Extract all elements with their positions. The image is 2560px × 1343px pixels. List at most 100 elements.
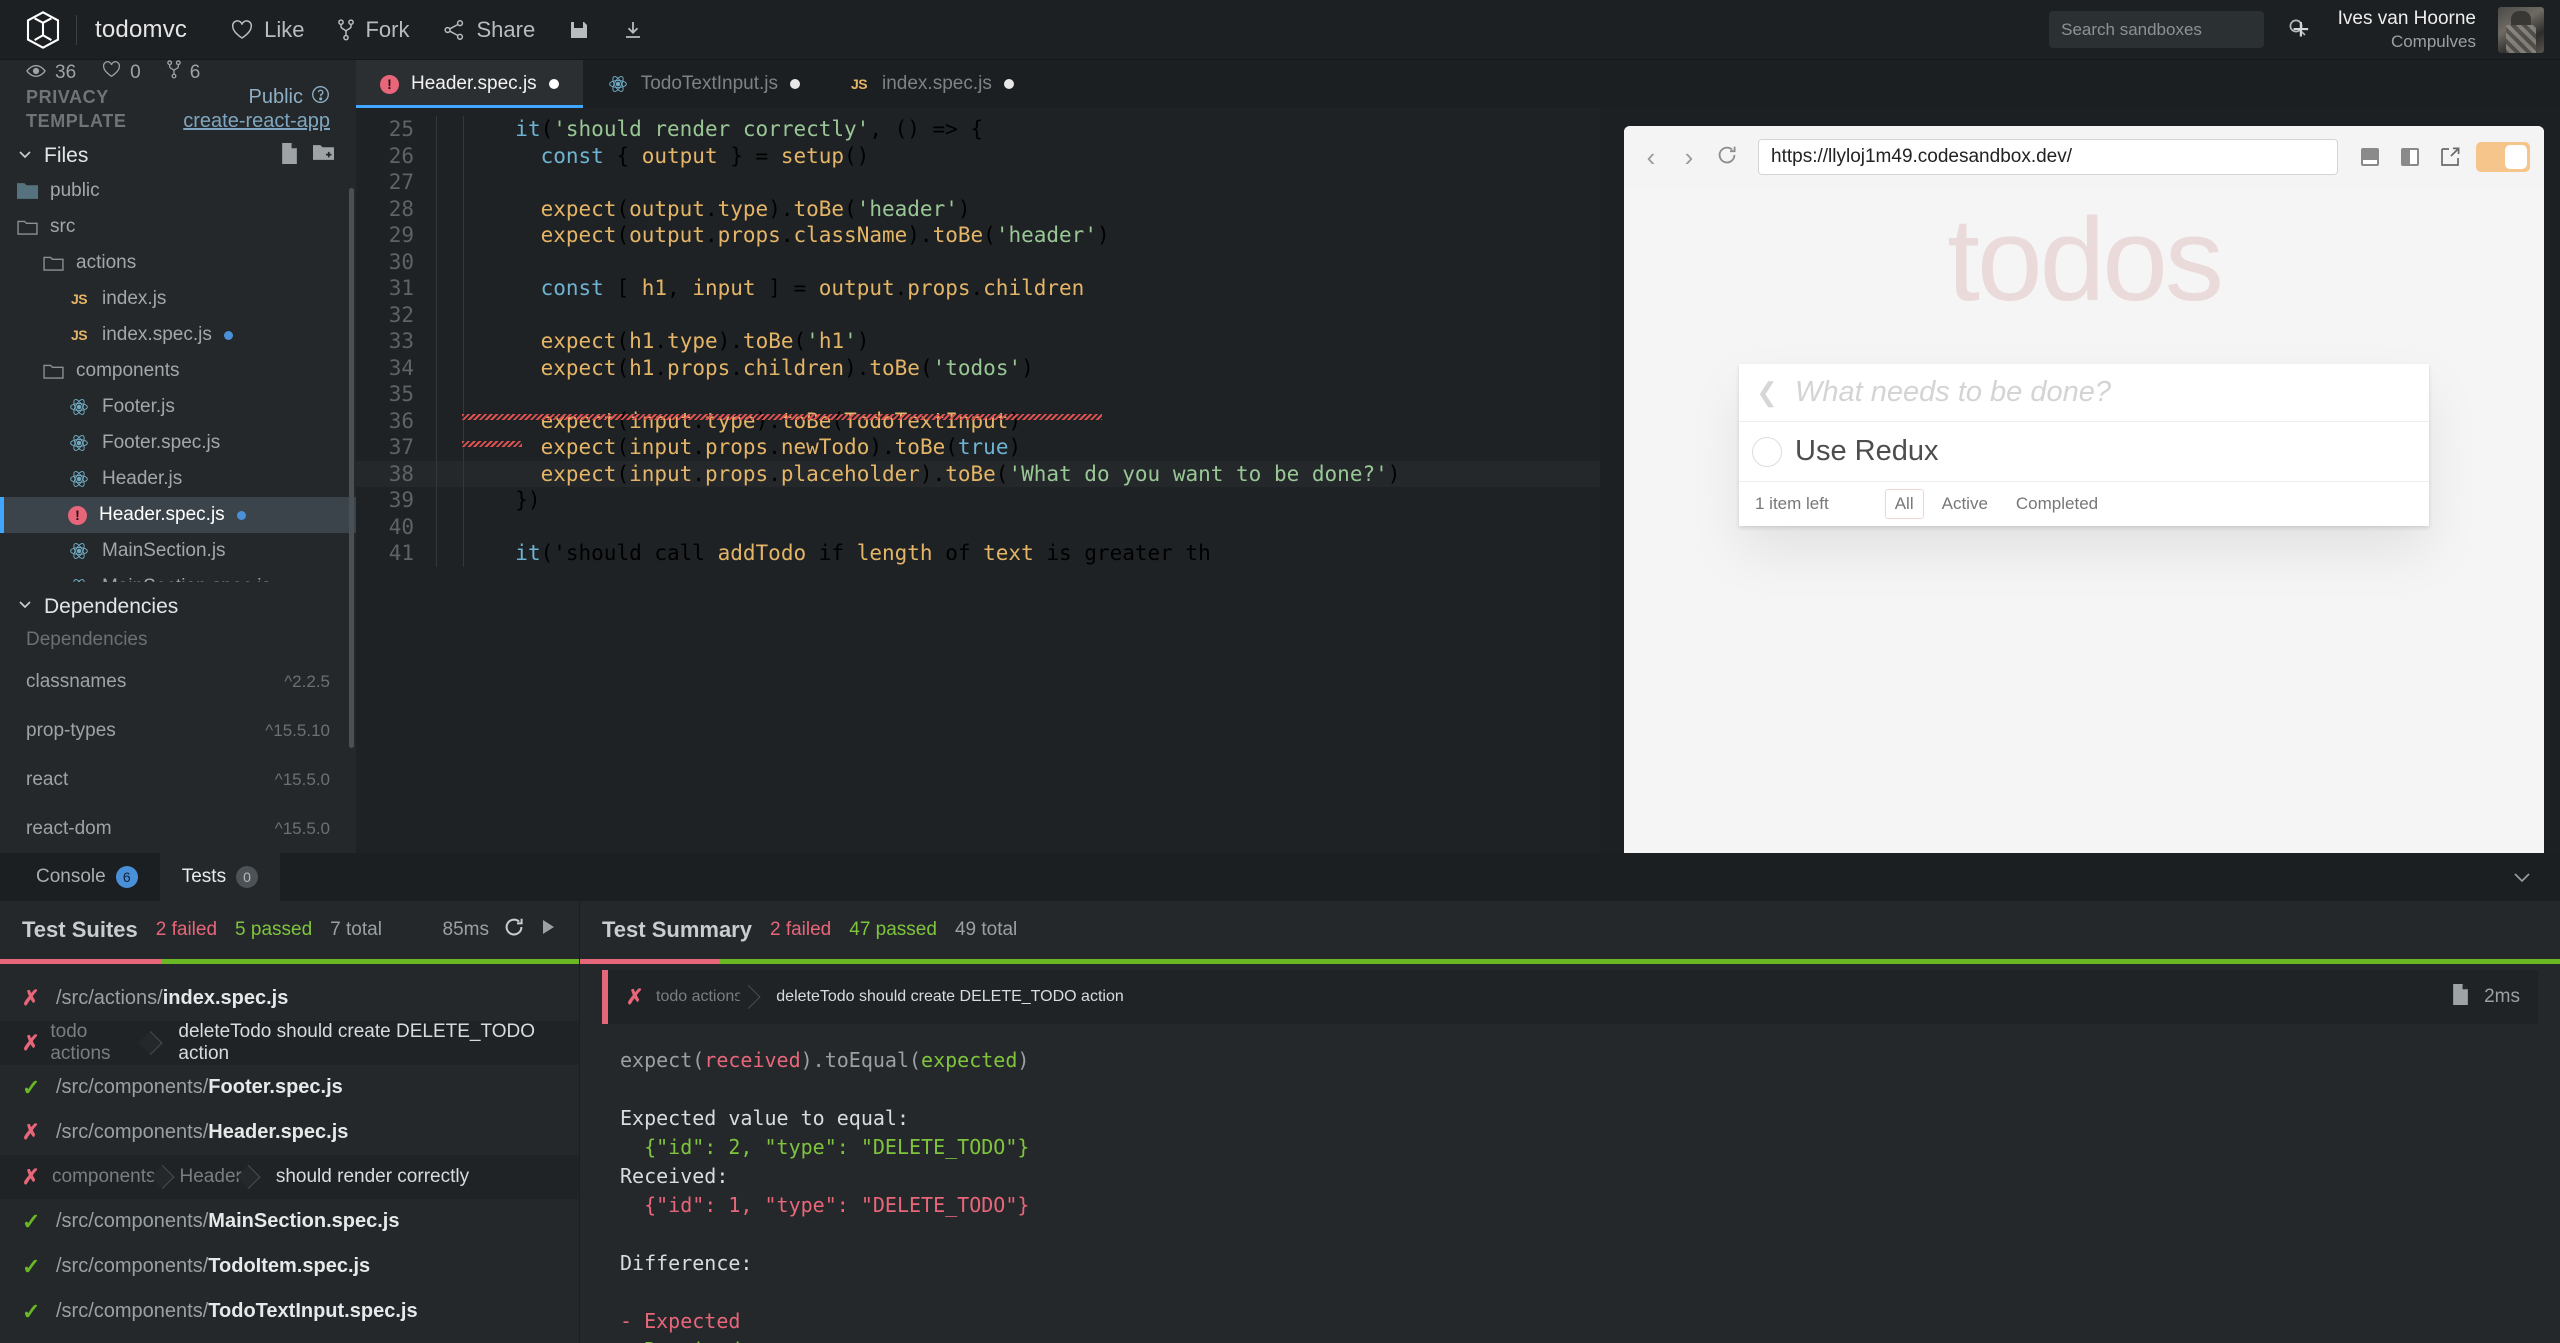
refresh-icon[interactable] (503, 916, 525, 944)
codesandbox-logo-icon[interactable] (14, 0, 72, 60)
tree-item-mainsection-spec-js[interactable]: MainSection.spec.js (0, 569, 356, 583)
chevron-down-icon[interactable]: ❮ (1739, 377, 1795, 408)
suite-row[interactable]: ✓ /src/components/Footer.spec.js (0, 1065, 579, 1110)
user-info[interactable]: Ives van Hoorne Compulves (2338, 7, 2476, 52)
failed-test-header[interactable]: ✗ todo actions deleteTodo should create … (602, 970, 2538, 1024)
likes-count: 0 (130, 61, 141, 83)
play-icon[interactable] (539, 918, 557, 942)
dependency-row[interactable]: classnames ^2.2.5 (0, 657, 356, 706)
table-row[interactable]: ✗ todo actions deleteTodo should create DE… (0, 1021, 579, 1065)
dependency-version: ^15.5.0 (274, 769, 330, 789)
template-value[interactable]: create-react-app (183, 110, 330, 133)
tab-header-spec-js[interactable]: ! Header.spec.js (356, 60, 583, 108)
test-suites-pane: Test Suites 2 failed 5 passed 7 total 85… (0, 901, 580, 1343)
unsaved-dot (790, 79, 800, 89)
chevron-down-icon[interactable] (16, 145, 34, 168)
reload-icon[interactable] (1714, 142, 1740, 173)
line-number: 41 (388, 541, 414, 565)
privacy-row: PRIVACY Public (0, 85, 356, 110)
question-circle-icon[interactable] (311, 85, 330, 110)
todo-label: Use Redux (1795, 435, 1939, 467)
tree-item-footer-js[interactable]: Footer.js (0, 389, 356, 425)
suites-failed-count: 2 failed (155, 919, 218, 940)
search-input[interactable] (2061, 19, 2283, 40)
line-text: it('should render correctly', () => { (515, 117, 984, 141)
tree-item-components[interactable]: components (0, 353, 356, 389)
todo-toggle-checkbox[interactable] (1739, 436, 1795, 467)
url-input[interactable]: https://llyloj1m49.codesandbox.dev/ (1758, 139, 2338, 175)
line-number: 27 (388, 170, 414, 194)
tree-item-src[interactable]: src (0, 209, 356, 245)
suite-row[interactable]: ✓ /src/components/MainSection.spec.js (0, 1199, 579, 1244)
tree-item-index-js[interactable]: JS index.js (0, 281, 356, 317)
tree-item-mainsection-js[interactable]: MainSection.js (0, 533, 356, 569)
tab-tests[interactable]: Tests 0 (159, 853, 281, 901)
file-type-icon (16, 218, 38, 236)
suite-row[interactable]: ✓/src/reducers/todos.spec.js (0, 1334, 579, 1343)
tree-item-actions[interactable]: actions (0, 245, 356, 281)
privacy-value[interactable]: Public (249, 85, 330, 110)
suite-row[interactable]: ✓ /src/components/TodoItem.spec.js (0, 1244, 579, 1289)
file-tree: public src actions JS index.js JS index.spec.j… (0, 169, 356, 583)
tree-item-public[interactable]: public (0, 173, 356, 209)
responsive-toggle[interactable] (2476, 142, 2530, 172)
forks-count: 6 (189, 61, 201, 83)
tab-console[interactable]: Console 6 (14, 853, 160, 901)
todo-card: ❮ What needs to be done? Use Redux 1 ite… (1739, 364, 2429, 526)
suites-total-count: 7 total (330, 919, 382, 940)
table-row[interactable]: ✗ components Header should render correctly (0, 1155, 579, 1199)
tab-label: index.spec.js (882, 73, 992, 94)
line-number: 39 (388, 488, 414, 512)
suite-row[interactable]: ✗ /src/actions/index.spec.js (0, 976, 579, 1021)
sidebar-scrollbar[interactable] (349, 188, 354, 748)
filter-completed[interactable]: Completed (2006, 489, 2108, 519)
tree-item-index-spec-js[interactable]: JS index.spec.js (0, 317, 356, 353)
console-panel-icon[interactable] (2356, 143, 2384, 171)
fork-button[interactable]: Fork (338, 17, 409, 43)
list-item[interactable]: Use Redux (1739, 422, 2429, 482)
open-external-icon[interactable] (2436, 143, 2464, 171)
share-label: Share (476, 16, 536, 42)
dependency-row[interactable]: react-dom ^15.5.0 (0, 804, 356, 853)
filter-all[interactable]: All (1884, 489, 1924, 519)
download-button[interactable] (623, 20, 643, 40)
search-sandboxes[interactable] (2049, 11, 2306, 48)
test-crumb: components (42, 1166, 170, 1188)
tree-item-header-spec-js[interactable]: ! Header.spec.js (0, 497, 356, 533)
share-button[interactable]: Share (443, 17, 535, 43)
error-line (620, 1075, 2520, 1104)
new-file-icon[interactable] (280, 143, 299, 169)
suite-row[interactable]: ✓ /src/components/TodoTextInput.spec.js (0, 1289, 579, 1334)
new-folder-icon[interactable] (313, 143, 334, 169)
new-sandbox-button[interactable]: + (2286, 14, 2316, 45)
dependency-version: ^15.5.0 (274, 818, 330, 838)
chevron-right-icon[interactable]: › (1676, 142, 1702, 173)
tree-item-label: MainSection.js (102, 540, 226, 561)
dependency-row[interactable]: prop-types ^15.5.10 (0, 706, 356, 755)
line-text: expect(output.type).toBe('header') (540, 196, 971, 221)
new-todo-input[interactable]: What needs to be done? (1795, 376, 2111, 409)
dependency-name: classnames (26, 670, 127, 692)
error-line: Received: (620, 1164, 729, 1188)
tab-index-spec-js[interactable]: JS index.spec.js (824, 60, 1038, 108)
file-icon[interactable] (2451, 983, 2470, 1011)
dependency-row[interactable]: react ^15.5.0 (0, 755, 356, 804)
filter-active[interactable]: Active (1932, 489, 1998, 519)
pass-icon: ✓ (22, 1208, 41, 1234)
suite-row[interactable]: ✗ /src/components/Header.spec.js (0, 1110, 579, 1155)
avatar[interactable] (2498, 6, 2544, 53)
like-button[interactable]: Like (231, 17, 304, 43)
tree-item-header-js[interactable]: Header.js (0, 461, 356, 497)
chevron-left-icon[interactable]: ‹ (1638, 142, 1664, 173)
file-type-icon (42, 362, 64, 380)
chevron-down-icon[interactable] (16, 595, 34, 618)
save-button[interactable] (569, 20, 589, 40)
suite-path: /src/components/Header.spec.js (56, 1121, 349, 1143)
dependency-version: ^2.2.5 (284, 671, 330, 691)
fail-icon: ✗ (22, 1165, 40, 1189)
split-panel-icon[interactable] (2396, 143, 2424, 171)
preview-browser: ‹ › https://llyloj1m49.codesandbox.dev/ (1624, 126, 2544, 853)
tree-item-footer-spec-js[interactable]: Footer.spec.js (0, 425, 356, 461)
collapse-panel-button[interactable] (2510, 853, 2560, 901)
tab-todotextinput-js[interactable]: TodoTextInput.js (582, 60, 824, 108)
